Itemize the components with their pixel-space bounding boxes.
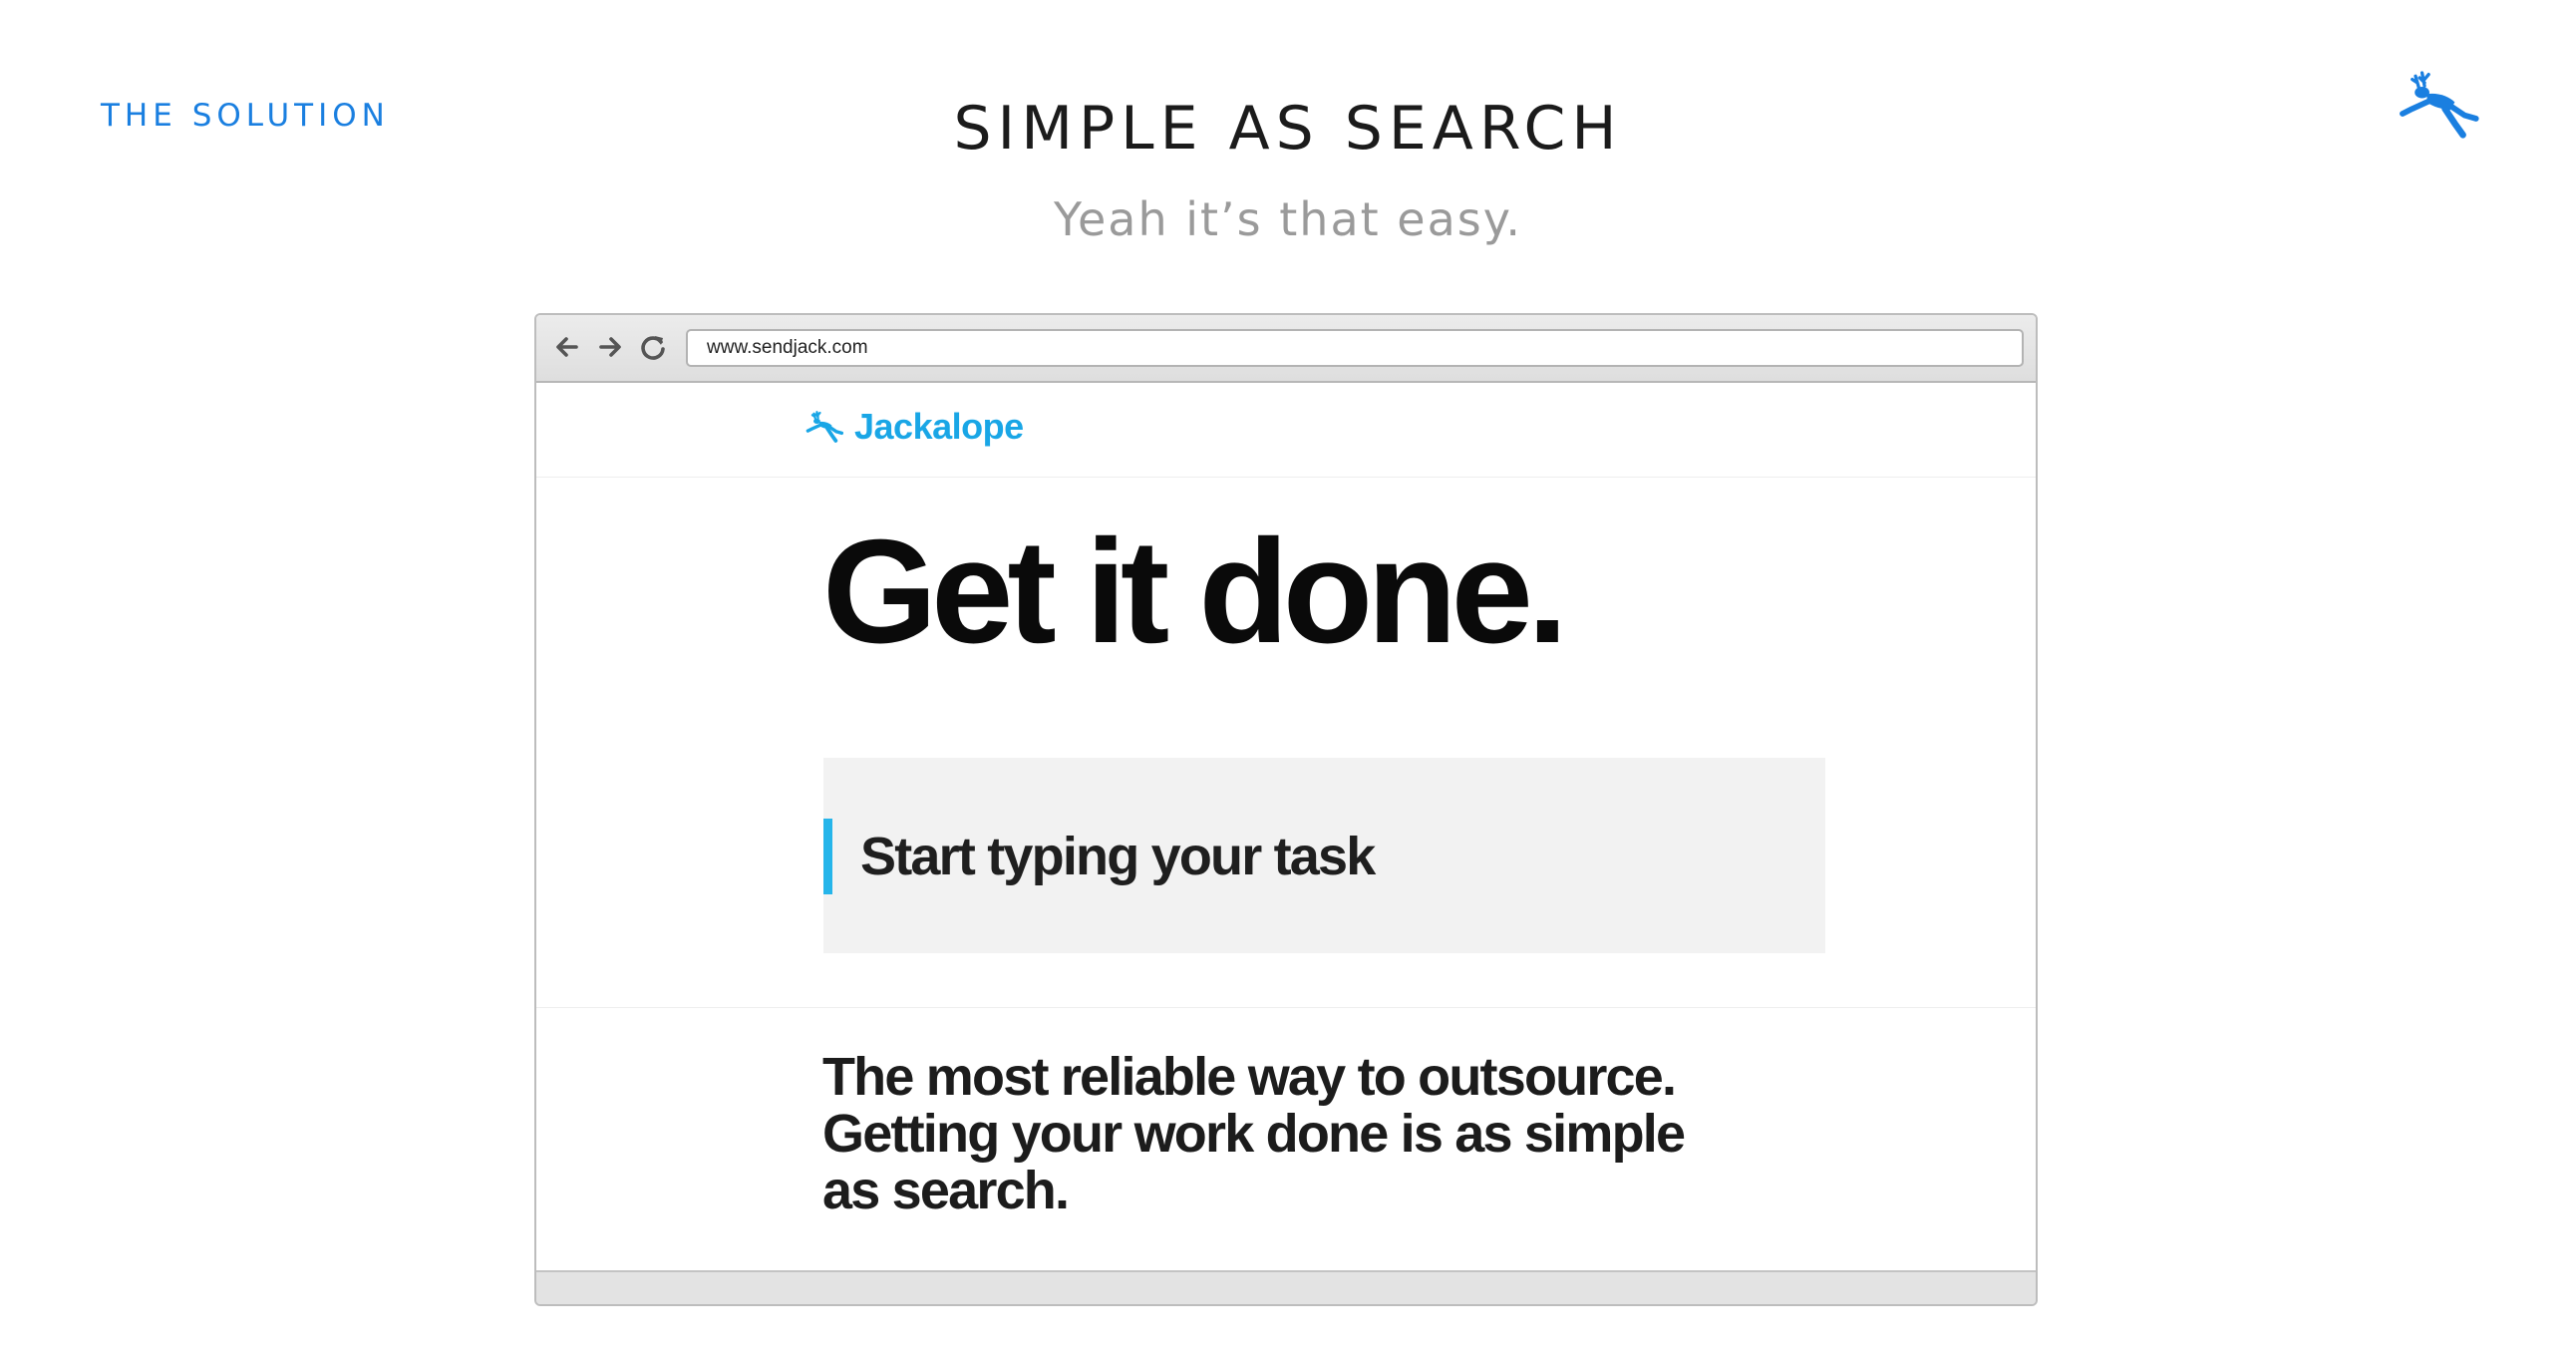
jackalope-icon (2400, 71, 2479, 139)
browser-toolbar: www.sendjack.com (536, 315, 2036, 383)
site-brand-name[interactable]: Jackalope (854, 406, 1024, 448)
jackalope-logo-icon[interactable] (805, 410, 843, 444)
back-arrow-icon[interactable] (552, 332, 582, 362)
text-cursor (823, 819, 832, 894)
address-bar[interactable]: www.sendjack.com (686, 329, 2024, 367)
tagline-line: The most reliable way to outsource. (822, 1047, 1677, 1107)
tagline-line: as search. (822, 1161, 1070, 1220)
browser-status-bar (536, 1270, 2036, 1304)
task-input-placeholder: Start typing your task (860, 827, 1376, 886)
tagline-line: Getting your work done is as simple (822, 1104, 1686, 1164)
site-header: Jackalope (536, 383, 2036, 478)
task-input[interactable]: Start typing your task (823, 758, 1825, 953)
reload-icon[interactable] (638, 332, 668, 362)
section-divider (536, 1007, 2036, 1008)
tagline: The most reliable way to outsource. Gett… (822, 1049, 1819, 1219)
browser-window: www.sendjack.com Jackalope Get it done. … (534, 313, 2038, 1306)
slide-subtitle: Yeah it’s that easy. (1053, 192, 1523, 246)
forward-arrow-icon[interactable] (595, 332, 625, 362)
slide-title: SIMPLE AS SEARCH (953, 94, 1623, 164)
hero-headline: Get it done. (822, 510, 1568, 674)
